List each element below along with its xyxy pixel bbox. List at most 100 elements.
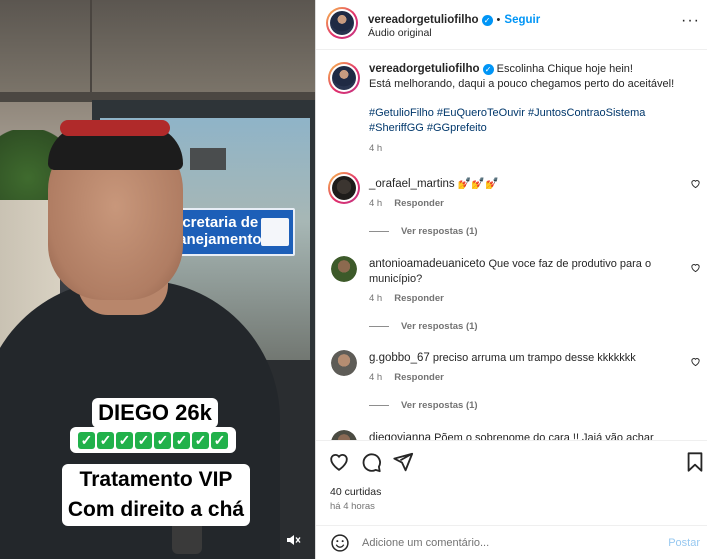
comment-item: g.gobbo_67 preciso arruma um trampo dess… [328,350,703,440]
comment-input[interactable] [362,534,632,552]
commenter-avatar-image [331,256,357,282]
comment-body: _orafael_martins 💅💅💅 [369,177,674,192]
caption-username-link[interactable]: vereadorgetuliofilho [369,63,480,75]
video-caption-subtitle: Tratamento VIP Com direito a chá [62,464,250,526]
background-ac-unit [190,148,226,170]
video-caption-line-2: Tratamento VIP [79,468,233,491]
check-mark-icon: ✓ [173,431,190,449]
view-replies-button[interactable]: Ver respostas (1) [369,321,478,332]
comment-time: 4 h [369,372,383,383]
caption-time: 4 h [369,143,383,154]
caption-owner-avatar-inner [330,64,358,92]
check-mark-icon: ✓ [192,431,209,449]
background-roof-line [90,0,92,95]
view-replies-button[interactable]: Ver respostas (1) [369,226,478,237]
commenter-avatar[interactable] [331,256,357,282]
view-replies-label: Ver respostas (1) [401,321,478,332]
view-replies-label: Ver respostas (1) [401,226,478,237]
office-sign: ecretaria de lanejamento [168,208,295,256]
reply-button[interactable]: Responder [394,293,444,304]
comment-body: antonioamadeuaniceto Que voce faz de pro… [369,257,674,287]
commenter-username-link[interactable]: _orafael_martins [369,178,455,190]
replies-divider-line [369,405,389,406]
speaker-muted-icon[interactable] [283,532,303,552]
commenter-avatar-inner [330,174,358,202]
owner-username-link[interactable]: vereadorgetuliofilho [368,14,479,26]
commenter-username-link[interactable]: g.gobbo_67 [369,352,430,364]
verified-badge-icon: ✓ [481,15,493,26]
comment-meta: 4 h Responder [369,293,444,304]
comment-time: 4 h [369,293,383,304]
video-caption-checks: ✓ ✓ ✓ ✓ ✓ ✓ ✓ ✓ [70,427,236,453]
caption-text-2: Está melhorando, daqui a pouco chegamos … [369,78,675,90]
check-mark-icon: ✓ [78,431,95,449]
post-comment-button[interactable]: Postar [668,537,700,549]
replies-divider-line [369,326,389,327]
comment-text: Põem o sobrenome do cara !! Jajá vão ach… [434,432,654,440]
commenter-avatar-image [332,176,356,200]
caption-hashtags-1[interactable]: #GetulioFilho #EuQueroTeOuvir #JuntosCon… [369,106,689,121]
save-bookmark-icon[interactable] [684,451,706,473]
post-actions-bar: 40 curtidas há 4 horas [316,440,707,522]
post-date: há 4 horas [330,501,375,512]
likes-count[interactable]: 40 curtidas [330,486,381,498]
reply-button[interactable]: Responder [394,372,444,383]
like-comment-heart-icon[interactable] [690,356,701,367]
comment-meta: 4 h Responder [369,372,444,383]
caption-text-1: Escolinha Chique hoje hein! [496,63,633,75]
like-comment-heart-icon[interactable] [690,262,701,273]
follow-button[interactable]: Seguir [504,14,540,26]
post-media-video[interactable]: ecretaria de lanejamento DIEGO 26k ✓ ✓ ✓… [0,0,315,559]
comment-bubble-icon[interactable] [360,451,382,473]
check-mark-icon: ✓ [211,431,228,449]
view-replies-button[interactable]: Ver respostas (1) [369,400,478,411]
comment-item: diegovianna Põem o sobrenome do cara !! … [328,430,703,440]
header-title-row: vereadorgetuliofilho ✓ • Seguir [368,10,540,28]
comment-composer: Postar [316,525,707,559]
comment-body: g.gobbo_67 preciso arruma um trampo dess… [369,351,674,366]
background-roof [0,0,315,100]
caption-line-1: vereadorgetuliofilho ✓ Escolinha Chique h… [369,62,689,77]
like-comment-heart-icon[interactable] [690,178,701,189]
comment-text: 💅💅💅 [457,178,499,190]
post-side-panel: vereadorgetuliofilho ✓ • Seguir Áudio origi… [315,0,707,559]
video-caption-line-3: Com direito a chá [67,498,245,521]
like-heart-icon[interactable] [328,451,350,473]
commenter-username-link[interactable]: diegovianna [369,432,431,440]
commenter-avatar[interactable] [331,350,357,376]
check-mark-icon: ✓ [135,431,152,449]
commenter-avatar-image [331,350,357,376]
owner-avatar-image [330,11,354,35]
more-options-icon[interactable]: ··· [681,12,700,30]
share-paper-plane-icon[interactable] [392,451,414,473]
owner-avatar-inner [328,9,356,37]
office-sign-text: ecretaria de lanejamento [174,214,262,248]
commenter-avatar[interactable] [328,172,360,204]
check-mark-icon: ✓ [116,431,133,449]
person-sunglasses [60,120,170,136]
replies-divider-line [369,231,389,232]
caption-text-block: vereadorgetuliofilho ✓ Escolinha Chique h… [369,62,689,156]
commenter-avatar[interactable] [331,430,357,440]
owner-avatar[interactable] [326,7,358,39]
commenter-avatar-image [331,430,357,440]
verified-badge-icon: ✓ [482,64,494,75]
comments-scroll-area[interactable]: vereadorgetuliofilho ✓ Escolinha Chique h… [316,50,707,440]
header-separator-dot: • [496,14,501,26]
comment-body: diegovianna Põem o sobrenome do cara !! … [369,431,674,440]
comment-time: 4 h [369,198,383,209]
reply-button[interactable]: Responder [394,198,444,209]
comment-item: antonioamadeuaniceto Que voce faz de pro… [328,256,703,346]
comment-meta: 4 h Responder [369,198,444,209]
commenter-username-link[interactable]: antonioamadeuaniceto [369,258,485,270]
original-audio-link[interactable]: Áudio original [368,27,432,39]
post-header: vereadorgetuliofilho ✓ • Seguir Áudio origi… [316,0,707,50]
caption-owner-avatar[interactable] [328,62,360,94]
check-mark-icon: ✓ [154,431,171,449]
view-replies-label: Ver respostas (1) [401,400,478,411]
emoji-smiley-icon[interactable] [330,533,350,553]
caption-hashtags-2[interactable]: #SheriffGG #GGprefeito [369,121,689,136]
video-caption-title: DIEGO 26k [92,398,218,428]
comment-text: preciso arruma um trampo desse kkkkkkk [432,352,636,364]
